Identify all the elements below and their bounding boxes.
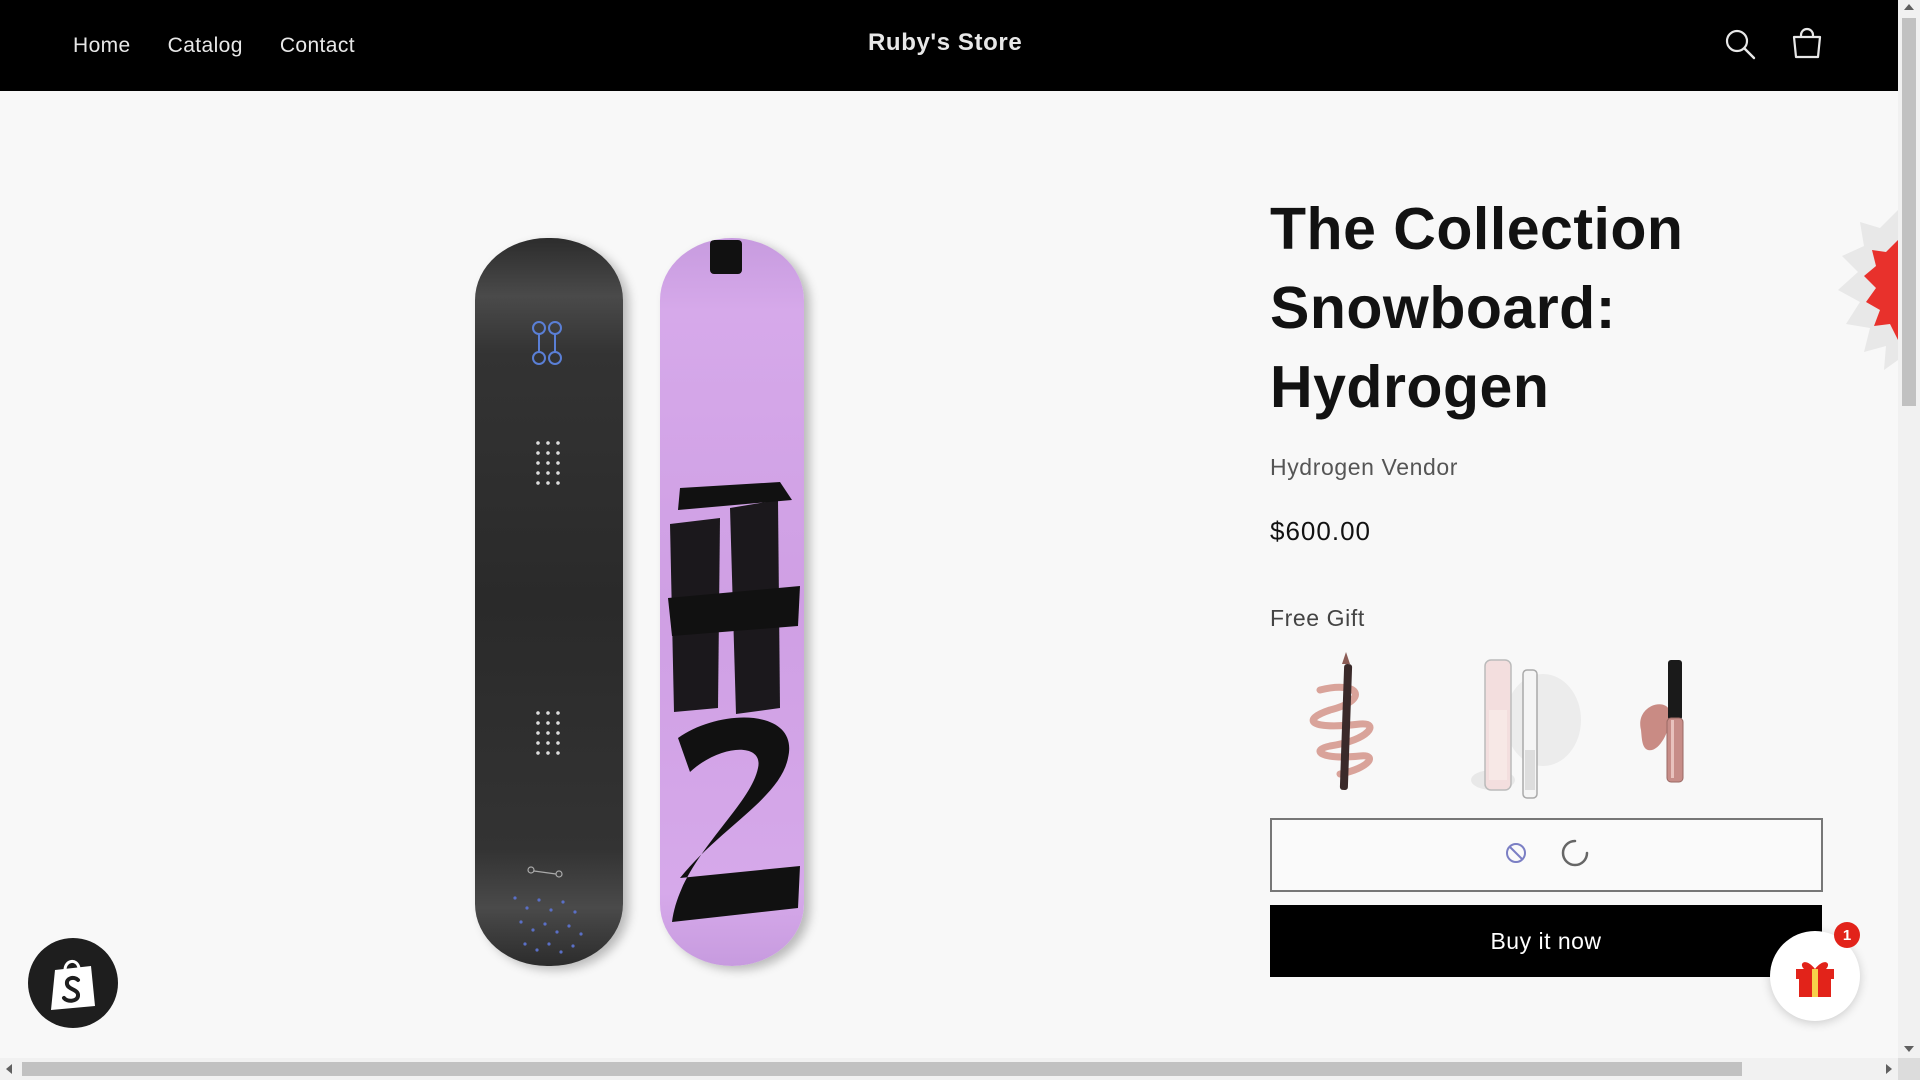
scrollbar-corner	[1898, 1058, 1920, 1080]
store-logo[interactable]: Ruby's Store	[868, 29, 1022, 57]
scroll-right-icon[interactable]	[1886, 1064, 1892, 1074]
gift-lip-liner[interactable]	[1270, 650, 1433, 802]
vertical-scrollbar[interactable]	[1898, 0, 1920, 1058]
main-nav: Home Catalog Contact	[73, 0, 355, 91]
horizontal-scrollbar[interactable]	[0, 1058, 1898, 1080]
add-to-cart-button[interactable]	[1270, 818, 1823, 892]
buy-it-now-button[interactable]: Buy it now	[1270, 905, 1822, 977]
nav-catalog[interactable]: Catalog	[168, 34, 243, 58]
gift-liquid-lipstick[interactable]	[1596, 650, 1759, 802]
product-title: The Collection Snowboard: Hydrogen	[1270, 196, 1684, 420]
gift-count-badge: 1	[1834, 922, 1860, 948]
search-icon[interactable]	[1722, 26, 1758, 62]
scroll-down-icon[interactable]	[1904, 1046, 1914, 1052]
product-price: $600.00	[1270, 516, 1371, 546]
product-media[interactable]	[150, 180, 1200, 1000]
promo-burst-tab[interactable]	[1820, 200, 1898, 400]
disabled-icon	[1504, 841, 1528, 870]
loading-spinner-icon	[1560, 838, 1590, 873]
nav-home[interactable]: Home	[73, 34, 131, 58]
binding-inserts-bottom	[533, 708, 565, 760]
scroll-left-icon[interactable]	[6, 1064, 12, 1074]
nav-contact[interactable]: Contact	[280, 34, 355, 58]
site-header: Home Catalog Contact Ruby's Store	[0, 0, 1898, 91]
free-gift-label: Free Gift	[1270, 605, 1365, 631]
product-vendor: Hydrogen Vendor	[1270, 454, 1459, 480]
cart-icon[interactable]	[1789, 26, 1825, 62]
vertical-scroll-thumb[interactable]	[1902, 18, 1916, 406]
shopify-bag-icon[interactable]	[28, 938, 118, 1028]
binding-inserts-top	[533, 438, 565, 490]
product-info: The Collection Snowboard: Hydrogen	[1270, 190, 1830, 427]
snowboard-black-image	[475, 238, 623, 966]
free-gift-options	[1270, 650, 1760, 802]
snowboard-purple-image	[660, 238, 804, 966]
horizontal-scroll-thumb[interactable]	[22, 1062, 1742, 1076]
scroll-up-icon[interactable]	[1904, 4, 1914, 10]
gift-lip-plumper[interactable]	[1433, 650, 1596, 802]
